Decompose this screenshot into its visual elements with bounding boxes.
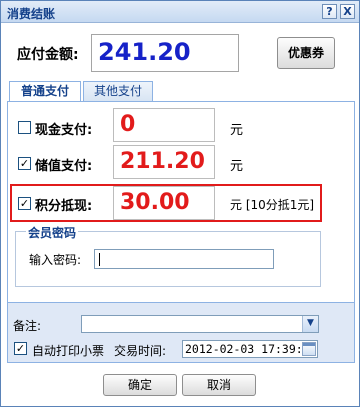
help-button[interactable]: ? bbox=[322, 4, 337, 19]
points-unit: 元 [10分抵1元] bbox=[230, 198, 315, 212]
cash-amount-field[interactable]: 0 bbox=[113, 108, 215, 142]
coupon-button[interactable]: 优惠券 bbox=[277, 37, 335, 69]
auto-print-checkbox[interactable]: ✓ bbox=[14, 342, 27, 355]
amount-value: 241.20 bbox=[98, 38, 191, 66]
password-label: 输入密码: bbox=[29, 253, 82, 267]
tab-normal-payment[interactable]: 普通支付 bbox=[9, 81, 81, 103]
chevron-down-icon[interactable]: ▼ bbox=[302, 316, 318, 332]
remark-label: 备注: bbox=[13, 319, 42, 333]
amount-label: 应付金额: bbox=[17, 47, 79, 63]
transaction-time-value: 2012-02-03 17:39:34 bbox=[185, 342, 317, 356]
title-bar: 消费结账 ? X bbox=[1, 1, 359, 23]
transaction-time-field[interactable]: 2012-02-03 17:39:34 bbox=[182, 340, 318, 358]
cash-label: 现金支付: bbox=[35, 123, 93, 138]
points-label: 积分抵现: bbox=[35, 199, 93, 214]
stored-value-unit: 元 bbox=[230, 159, 244, 174]
calendar-icon[interactable] bbox=[302, 342, 316, 356]
stored-value-amount: 211.20 bbox=[120, 149, 205, 174]
transaction-time-label: 交易时间: bbox=[114, 344, 167, 358]
ok-button[interactable]: 确定 bbox=[103, 374, 177, 396]
remark-select[interactable]: ▼ bbox=[81, 315, 319, 333]
password-input[interactable] bbox=[94, 249, 274, 269]
cash-amount-value: 0 bbox=[120, 112, 136, 137]
member-password-legend: 会员密码 bbox=[26, 224, 79, 241]
amount-display: 241.20 bbox=[91, 34, 239, 72]
text-caret bbox=[99, 253, 100, 266]
cash-unit: 元 bbox=[230, 123, 244, 138]
window-title: 消费结账 bbox=[7, 7, 56, 21]
stored-value-checkbox[interactable]: ✓ bbox=[18, 157, 31, 170]
points-amount: 30.00 bbox=[120, 190, 190, 215]
stored-value-label: 储值支付: bbox=[35, 159, 93, 174]
tab-other-payment[interactable]: 其他支付 bbox=[83, 81, 153, 102]
stored-value-amount-field[interactable]: 211.20 bbox=[113, 145, 215, 179]
points-checkbox[interactable]: ✓ bbox=[18, 197, 31, 210]
checkout-window: 消费结账 ? X 应付金额: 241.20 优惠券 普通支付 其他支付 现金支付… bbox=[0, 0, 360, 407]
auto-print-label: 自动打印小票 bbox=[32, 344, 105, 358]
cash-checkbox[interactable] bbox=[18, 121, 31, 134]
cancel-button[interactable]: 取消 bbox=[182, 374, 256, 396]
close-button[interactable]: X bbox=[340, 4, 355, 19]
points-amount-field[interactable]: 30.00 bbox=[113, 186, 215, 220]
